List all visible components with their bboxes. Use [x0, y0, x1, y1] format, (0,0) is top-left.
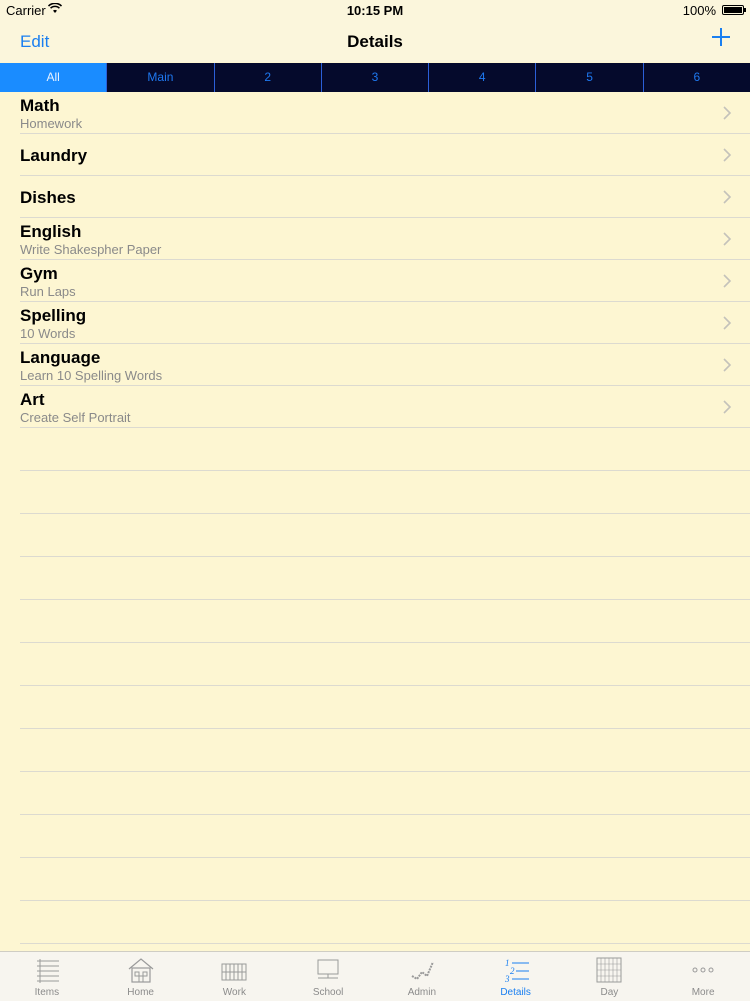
list-item[interactable]: Art Create Self Portrait	[20, 386, 750, 428]
list-item-subtitle: Homework	[20, 116, 83, 131]
filter-segmented-control: All Main 2 3 4 5 6	[0, 63, 750, 92]
calendar-icon	[595, 956, 623, 984]
tab-admin[interactable]: Admin	[375, 952, 469, 1001]
svg-text:3: 3	[504, 974, 510, 984]
tab-items[interactable]: Items	[0, 952, 94, 1001]
empty-row	[20, 729, 750, 772]
empty-row	[20, 643, 750, 686]
details-list: Math Homework Laundry Dishes English Write Sh…	[0, 92, 750, 944]
empty-row	[20, 772, 750, 815]
segment-all[interactable]: All	[0, 63, 108, 92]
tab-details[interactable]: 1 2 3 Details	[469, 952, 563, 1001]
list-item-subtitle: Create Self Portrait	[20, 410, 131, 425]
board-icon	[314, 956, 342, 984]
empty-row	[20, 428, 750, 471]
list-item-subtitle: Run Laps	[20, 284, 76, 299]
house-icon	[127, 956, 155, 984]
segment-6[interactable]: 6	[644, 63, 750, 92]
empty-row	[20, 471, 750, 514]
empty-row	[20, 901, 750, 944]
segment-2[interactable]: 2	[215, 63, 322, 92]
status-bar: Carrier 10:15 PM 100%	[0, 0, 750, 20]
chevron-right-icon	[722, 315, 732, 331]
list-item[interactable]: English Write Shakespher Paper	[20, 218, 750, 260]
list-item-title: Art	[20, 390, 45, 409]
tab-label: Home	[127, 987, 154, 998]
more-icon	[689, 956, 717, 984]
list-item[interactable]: Language Learn 10 Spelling Words	[20, 344, 750, 386]
list-item-subtitle: Write Shakespher Paper	[20, 242, 162, 257]
empty-row	[20, 686, 750, 729]
battery-icon	[722, 5, 746, 15]
list-item[interactable]: Gym Run Laps	[20, 260, 750, 302]
list-item-title: Dishes	[20, 188, 76, 207]
chevron-right-icon	[722, 273, 732, 289]
empty-row	[20, 858, 750, 901]
tab-school[interactable]: School	[281, 952, 375, 1001]
empty-row	[20, 514, 750, 557]
tab-work[interactable]: Work	[188, 952, 282, 1001]
chevron-right-icon	[722, 105, 732, 121]
list-item-title: Spelling	[20, 306, 87, 325]
empty-row	[20, 557, 750, 600]
add-icon[interactable]	[710, 26, 732, 48]
list-item-title: Laundry	[20, 146, 88, 165]
tab-label: More	[691, 987, 715, 998]
list-item-title: English	[20, 222, 82, 241]
tab-day[interactable]: Day	[563, 952, 657, 1001]
chevron-right-icon	[722, 189, 732, 205]
chevron-right-icon	[722, 357, 732, 373]
tab-label: Details	[500, 987, 531, 998]
battery-percent: 100%	[682, 3, 716, 18]
segment-3[interactable]: 3	[322, 63, 430, 92]
page-title: Details	[347, 32, 403, 51]
tab-label: Items	[34, 987, 60, 998]
list-icon	[33, 956, 61, 984]
chevron-right-icon	[722, 147, 732, 163]
chevron-right-icon	[722, 231, 732, 247]
svg-text:1: 1	[505, 958, 510, 968]
list-item[interactable]: Spelling 10 Words	[20, 302, 750, 344]
tab-home[interactable]: Home	[94, 952, 188, 1001]
chevron-right-icon	[722, 399, 732, 415]
grid-icon	[220, 956, 248, 984]
list-item-title: Gym	[20, 264, 58, 283]
check-chart-icon	[408, 956, 436, 984]
empty-row	[20, 815, 750, 858]
empty-row	[20, 600, 750, 643]
tab-label: Admin	[407, 987, 437, 998]
segment-5[interactable]: 5	[536, 63, 644, 92]
segment-main[interactable]: Main	[107, 63, 215, 92]
list-item-subtitle: 10 Words	[20, 326, 76, 341]
list-item[interactable]: Laundry	[20, 134, 750, 176]
list-item-title: Math	[20, 96, 60, 115]
clock: 10:15 PM	[346, 3, 404, 18]
tab-label: Day	[600, 987, 619, 998]
list-item[interactable]: Math Homework	[20, 92, 750, 134]
list-item-subtitle: Learn 10 Spelling Words	[20, 368, 163, 383]
tab-more[interactable]: More	[656, 952, 750, 1001]
segment-4[interactable]: 4	[429, 63, 537, 92]
tab-label: Work	[222, 987, 246, 998]
tab-label: School	[312, 987, 344, 998]
svg-text:2: 2	[510, 966, 515, 976]
list-item[interactable]: Dishes	[20, 176, 750, 218]
tab-bar: Items Home Work School Admin 1 2 3 Details Day Mor…	[0, 951, 750, 1001]
list-item-title: Language	[20, 348, 101, 367]
fraction-list-icon: 123	[502, 956, 530, 984]
navigation-bar: Edit Details	[0, 20, 750, 62]
